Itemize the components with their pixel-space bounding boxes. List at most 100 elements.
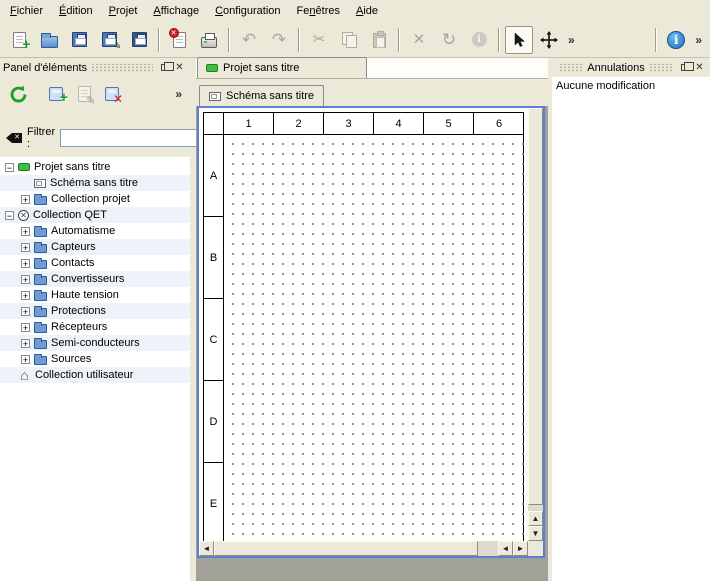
paste-icon <box>373 33 386 48</box>
tree-item-capteurs[interactable]: Capteurs <box>0 239 190 255</box>
toolbar-separator <box>298 28 300 52</box>
tree-item-contacts[interactable]: Contacts <box>0 255 190 271</box>
paste-button[interactable] <box>365 26 393 54</box>
collapse-toggle-icon[interactable] <box>5 163 14 172</box>
expand-toggle-icon[interactable] <box>21 307 30 316</box>
column-header: 3 <box>324 113 374 135</box>
tree-item-automatisme[interactable]: Automatisme <box>0 223 190 239</box>
float-button[interactable] <box>157 61 172 75</box>
expand-toggle-icon[interactable] <box>21 227 30 236</box>
expand-toggle-icon[interactable] <box>21 195 30 204</box>
scroll-right-button[interactable]: ► <box>513 541 528 556</box>
save-button[interactable] <box>65 26 93 54</box>
tree-item-collection-qet[interactable]: Collection QET <box>0 207 190 223</box>
elements-panel-titlebar[interactable]: Panel d'éléments <box>0 58 190 77</box>
folder-icon <box>34 276 47 285</box>
scroll-left-button[interactable]: ◄ <box>498 541 513 556</box>
collapse-toggle-icon[interactable] <box>5 211 14 220</box>
expand-toggle-icon[interactable] <box>21 243 30 252</box>
tree-item-label: Schéma sans titre <box>50 177 138 189</box>
toolbar-overflow-chevron[interactable]: » <box>691 33 706 47</box>
close-button[interactable] <box>172 61 187 75</box>
dotted-grid-area[interactable] <box>224 135 524 541</box>
vertical-scrollbar-thumb[interactable] <box>528 108 543 505</box>
new-element-button[interactable] <box>42 80 70 108</box>
close-file-icon <box>173 32 186 48</box>
ruler-corner <box>204 113 224 135</box>
tree-item-convertisseurs[interactable]: Convertisseurs <box>0 271 190 287</box>
redo-button[interactable]: ↷ <box>265 26 293 54</box>
delete-button[interactable]: ✕ <box>405 26 433 54</box>
undo-list[interactable]: Aucune modification <box>552 77 710 581</box>
expand-toggle-icon[interactable] <box>21 291 30 300</box>
tree-item-schema[interactable]: Schéma sans titre <box>0 175 190 191</box>
properties-button[interactable] <box>465 26 493 54</box>
undo-dock: Annulations Aucune modification <box>552 58 710 581</box>
expand-toggle-icon[interactable] <box>21 355 30 364</box>
tree-item-semi-conducteurs[interactable]: Semi-conducteurs <box>0 335 190 351</box>
column-header: 2 <box>274 113 324 135</box>
column-header: 1 <box>224 113 274 135</box>
print-button[interactable] <box>195 26 223 54</box>
tree-item-collection-utilisateur[interactable]: Collection utilisateur <box>0 367 190 383</box>
scroll-left-button[interactable]: ◄ <box>199 541 214 556</box>
delete-element-button[interactable] <box>98 80 126 108</box>
expand-toggle-icon[interactable] <box>21 259 30 268</box>
float-icon <box>681 64 689 71</box>
copy-button[interactable] <box>335 26 363 54</box>
filter-input[interactable] <box>60 129 210 147</box>
save-all-icon <box>132 32 147 47</box>
close-button[interactable] <box>692 61 707 75</box>
menu-fenetres[interactable]: Fenêtres <box>289 0 348 22</box>
close-file-button[interactable] <box>165 26 193 54</box>
about-button[interactable] <box>662 26 690 54</box>
menu-aide[interactable]: Aide <box>348 0 386 22</box>
tab-schema-sans-titre[interactable]: Schéma sans titre <box>199 85 324 106</box>
horizontal-scrollbar[interactable]: ◄ ◄ ► <box>199 541 528 556</box>
scroll-down-button[interactable]: ▼ <box>528 526 543 541</box>
toolbar-overflow-chevron[interactable]: » <box>564 33 579 47</box>
undo-button[interactable]: ↶ <box>235 26 263 54</box>
tab-projet-sans-titre[interactable]: Projet sans titre <box>197 57 367 78</box>
main-area: Panel d'éléments <box>0 58 710 581</box>
menu-fichier[interactable]: Fichier <box>2 0 51 22</box>
tree-item-protections[interactable]: Protections <box>0 303 190 319</box>
tree-item-label: Automatisme <box>51 225 115 237</box>
menu-edition[interactable]: Édition <box>51 0 101 22</box>
panel-toolbar-overflow-chevron[interactable]: » <box>171 87 186 101</box>
vertical-scrollbar[interactable]: ▲ ▼ <box>528 108 543 541</box>
tree-item-haute-tension[interactable]: Haute tension <box>0 287 190 303</box>
tree-item-collection-projet[interactable]: Collection projet <box>0 191 190 207</box>
reload-collections-button[interactable] <box>4 80 32 108</box>
pan-mode-button[interactable] <box>535 26 563 54</box>
menu-configuration[interactable]: Configuration <box>207 0 288 22</box>
tree-item-project[interactable]: Projet sans titre <box>0 159 190 175</box>
expand-toggle-icon[interactable] <box>21 339 30 348</box>
save-as-button[interactable] <box>95 26 123 54</box>
menu-affichage[interactable]: Affichage <box>145 0 207 22</box>
undo-dock-titlebar[interactable]: Annulations <box>552 58 710 77</box>
schema-canvas[interactable]: 1 2 3 4 5 6 A B C D E <box>199 108 528 541</box>
filter-row: Filtrer : <box>0 127 190 149</box>
cut-button[interactable]: ✂ <box>305 26 333 54</box>
horizontal-scrollbar-thumb[interactable] <box>214 541 478 556</box>
menu-projet[interactable]: Projet <box>101 0 146 22</box>
new-project-button[interactable] <box>5 26 33 54</box>
save-all-button[interactable] <box>125 26 153 54</box>
tree-item-sources[interactable]: Sources <box>0 351 190 367</box>
float-button[interactable] <box>677 61 692 75</box>
expand-toggle-icon[interactable] <box>21 275 30 284</box>
expand-toggle-icon[interactable] <box>21 323 30 332</box>
rotate-button[interactable]: ↻ <box>435 26 463 54</box>
select-mode-button[interactable] <box>505 26 533 54</box>
open-project-button[interactable] <box>35 26 63 54</box>
edit-element-button[interactable] <box>70 80 98 108</box>
horizontal-scrollbar-track[interactable] <box>478 541 498 556</box>
scroll-up-button[interactable]: ▲ <box>528 511 543 526</box>
dock-grip-texture[interactable] <box>649 63 673 72</box>
tree-item-recepteurs[interactable]: Récepteurs <box>0 319 190 335</box>
dock-grip-texture[interactable] <box>91 63 153 72</box>
clear-filter-icon[interactable] <box>6 133 22 143</box>
workspace: Projet sans titre Schéma sans titre 1 2 <box>196 58 548 581</box>
dock-grip-texture[interactable] <box>559 63 583 72</box>
